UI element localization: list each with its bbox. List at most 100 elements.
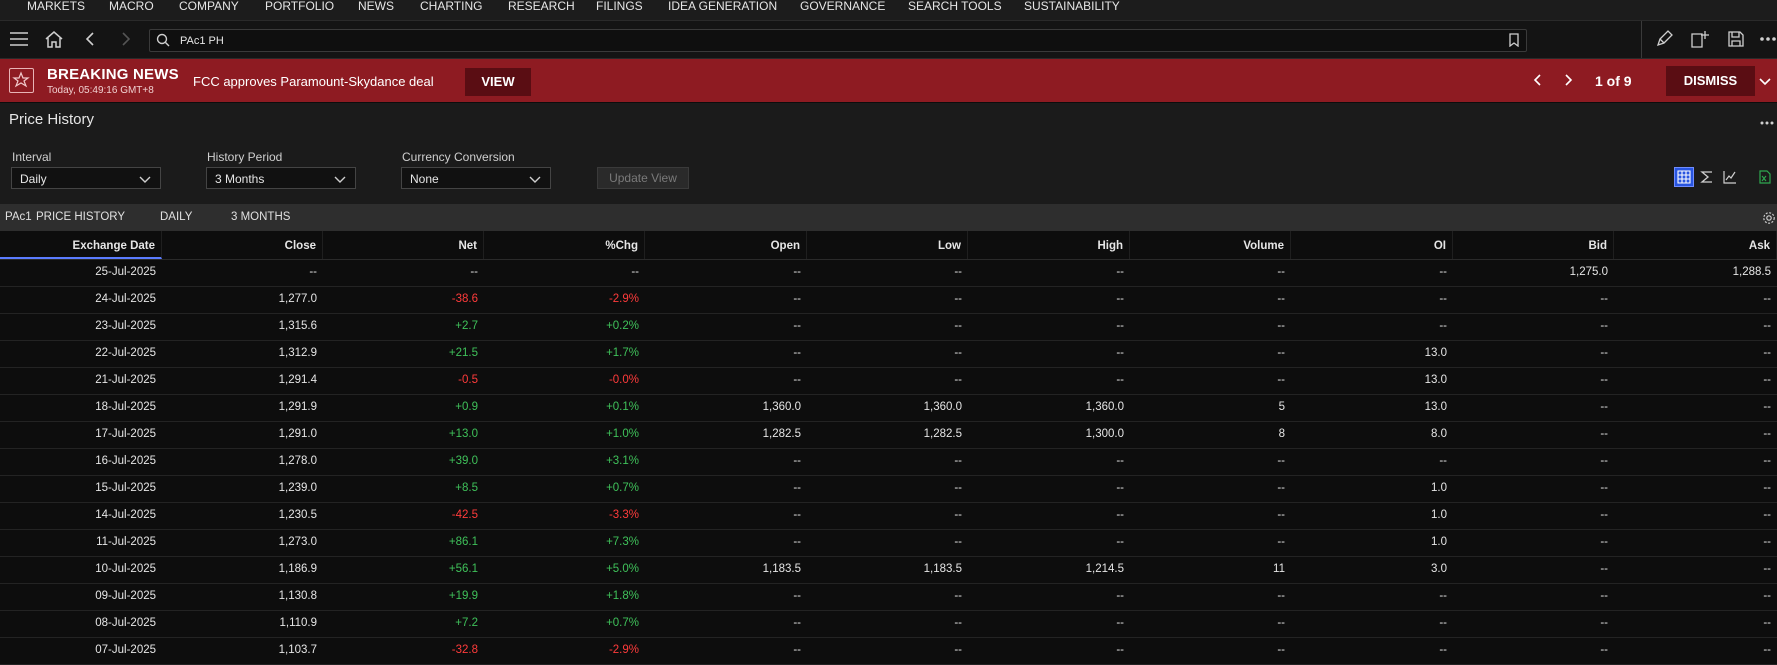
view-news-button[interactable]: VIEW (465, 68, 531, 96)
breaking-news-headline[interactable]: FCC approves Paramount-Skydance deal (193, 74, 434, 89)
nav-governance[interactable]: GOVERNANCE (800, 0, 885, 20)
cell-net: +0.9 (455, 401, 478, 413)
cell-exchange-date: 18-Jul-2025 (95, 401, 156, 413)
cell-high: -- (1116, 374, 1124, 386)
table-row[interactable]: 07-Jul-2025 1,103.7 -32.8 -2.9% -- -- -- -- -- --… (0, 637, 1777, 665)
table-row[interactable]: 21-Jul-2025 1,291.4 -0.5 -0.0% -- -- -- -- 13.0 -… (0, 367, 1777, 395)
table-header-row: Exchange Date Close Net %Chg Open Low High Volu… (0, 231, 1777, 260)
update-view-button[interactable]: Update View (597, 167, 689, 189)
price-history-table: Exchange Date Close Net %Chg Open Low High Volu… (0, 231, 1777, 665)
cell-net: +56.1 (448, 563, 478, 575)
column-header-ask[interactable]: Ask (1614, 231, 1777, 259)
toolbar (0, 21, 1777, 59)
edit-icon[interactable] (1653, 28, 1675, 50)
nav-research[interactable]: RESEARCH (508, 0, 575, 20)
cell-open: 1,183.5 (762, 563, 801, 575)
cell-pct-chg: +0.7% (606, 482, 639, 494)
home-icon[interactable] (43, 28, 65, 50)
bookmark-icon[interactable] (1508, 33, 1520, 50)
nav-filings[interactable]: FILINGS (596, 0, 643, 20)
cell-pct-chg: -0.0% (608, 374, 639, 386)
cell-bid: -- (1600, 509, 1608, 521)
table-row[interactable]: 11-Jul-2025 1,273.0 +86.1 +7.3% -- -- -- -- 1.0 -… (0, 529, 1777, 557)
cell-ask: -- (1763, 536, 1771, 548)
nav-idea-generation[interactable]: IDEA GENERATION (668, 0, 777, 20)
cell-open: -- (793, 590, 801, 602)
cell-volume: -- (1277, 509, 1285, 521)
back-icon[interactable] (79, 28, 101, 50)
nav-search-tools[interactable]: SEARCH TOOLS (908, 0, 1002, 20)
table-row[interactable]: 25-Jul-2025 -- -- -- -- -- -- -- -- 1,275.0 1,288.… (0, 259, 1777, 287)
table-row[interactable]: 24-Jul-2025 1,277.0 -38.6 -2.9% -- -- -- -- -- --… (0, 286, 1777, 314)
settings-gear-icon[interactable] (1762, 211, 1776, 225)
collapse-news-icon[interactable] (1757, 73, 1773, 89)
cell-close: 1,291.9 (278, 401, 317, 413)
search-input[interactable] (178, 33, 1482, 49)
column-header-oi[interactable]: OI (1291, 231, 1453, 259)
cell-volume: -- (1277, 374, 1285, 386)
cell-close: 1,230.5 (278, 509, 317, 521)
cell-oi: -- (1439, 266, 1447, 278)
table-row[interactable]: 08-Jul-2025 1,110.9 +7.2 +0.7% -- -- -- -- -- -- -… (0, 610, 1777, 638)
currency-select[interactable]: None (401, 167, 551, 189)
column-header-volume[interactable]: Volume (1130, 231, 1291, 259)
table-row[interactable]: 14-Jul-2025 1,230.5 -42.5 -3.3% -- -- -- -- 1.0 -… (0, 502, 1777, 530)
cell-net: +8.5 (455, 482, 478, 494)
cell-ask: -- (1763, 374, 1771, 386)
prev-news-icon[interactable] (1530, 72, 1546, 88)
cell-oi: 13.0 (1424, 374, 1447, 386)
save-icon[interactable] (1725, 28, 1747, 50)
subheader-ric: PAc1 (5, 211, 32, 223)
nav-company[interactable]: COMPANY (179, 0, 239, 20)
table-row[interactable]: 22-Jul-2025 1,312.9 +21.5 +1.7% -- -- -- -- 13.0… (0, 340, 1777, 368)
table-row[interactable]: 15-Jul-2025 1,239.0 +8.5 +0.7% -- -- -- -- 1.0 --… (0, 475, 1777, 503)
cell-high: -- (1116, 617, 1124, 629)
panel-more-icon[interactable] (1760, 114, 1774, 128)
interval-select[interactable]: Daily (11, 167, 161, 189)
table-row[interactable]: 09-Jul-2025 1,130.8 +19.9 +1.8% -- -- -- -- -- --… (0, 583, 1777, 611)
table-row[interactable]: 18-Jul-2025 1,291.9 +0.9 +0.1% 1,360.0 1,360.… (0, 394, 1777, 422)
nav-markets[interactable]: MARKETS (27, 0, 85, 20)
nav-sustainability[interactable]: SUSTAINABILITY (1024, 0, 1120, 20)
nav-portfolio[interactable]: PORTFOLIO (265, 0, 334, 20)
forward-icon[interactable] (115, 28, 137, 50)
cell-ask: -- (1763, 482, 1771, 494)
controls-bar: Interval Daily History Period 3 Months C… (0, 134, 1777, 204)
cell-high: -- (1116, 266, 1124, 278)
excel-export-icon[interactable] (1756, 167, 1774, 187)
table-row[interactable]: 23-Jul-2025 1,315.6 +2.7 +0.2% -- -- -- -- -- -- -… (0, 313, 1777, 341)
column-header-bid[interactable]: Bid (1453, 231, 1614, 259)
nav-macro[interactable]: MACRO (109, 0, 154, 20)
statistics-icon[interactable] (1697, 167, 1717, 187)
history-period-select[interactable]: 3 Months (206, 167, 356, 189)
nav-charting[interactable]: CHARTING (420, 0, 482, 20)
dismiss-button[interactable]: DISMISS (1666, 66, 1755, 96)
column-header-net[interactable]: Net (323, 231, 484, 259)
cell-pct-chg: +0.2% (606, 320, 639, 332)
new-window-icon[interactable] (1689, 28, 1711, 50)
menu-icon[interactable] (8, 28, 30, 50)
table-row[interactable]: 16-Jul-2025 1,278.0 +39.0 +3.1% -- -- -- -- -- --… (0, 448, 1777, 476)
table-view-icon[interactable] (1674, 167, 1694, 187)
search-box[interactable] (149, 29, 1527, 52)
table-row[interactable]: 10-Jul-2025 1,186.9 +56.1 +5.0% 1,183.5 1,183… (0, 556, 1777, 584)
cell-bid: -- (1600, 563, 1608, 575)
table-row[interactable]: 17-Jul-2025 1,291.0 +13.0 +1.0% 1,282.5 1,282… (0, 421, 1777, 449)
column-header-low[interactable]: Low (807, 231, 968, 259)
panel-title-bar: Price History (0, 103, 1777, 134)
cell-low: 1,360.0 (923, 401, 962, 413)
cell-low: -- (954, 644, 962, 656)
cell-low: -- (954, 509, 962, 521)
cell-close: 1,312.9 (278, 347, 317, 359)
column-header-exchange-date[interactable]: Exchange Date (0, 231, 162, 259)
next-news-icon[interactable] (1560, 72, 1576, 88)
chart-view-icon[interactable] (1720, 167, 1740, 187)
cell-open: -- (793, 374, 801, 386)
nav-news[interactable]: NEWS (358, 0, 394, 20)
column-header-close[interactable]: Close (162, 231, 323, 259)
column-header-open[interactable]: Open (645, 231, 807, 259)
more-icon[interactable] (1758, 28, 1777, 50)
breaking-news-banner: BREAKING NEWS Today, 05:49:16 GMT+8 FCC … (0, 59, 1777, 102)
column-header-high[interactable]: High (968, 231, 1130, 259)
column-header-pct-chg[interactable]: %Chg (484, 231, 645, 259)
